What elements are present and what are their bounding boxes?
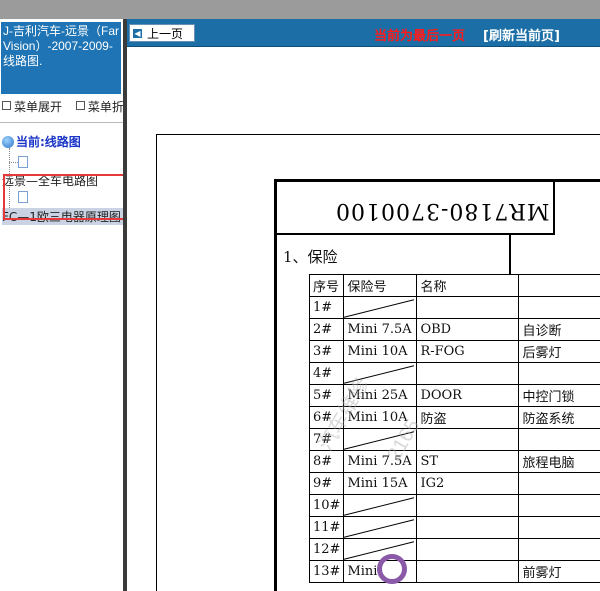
drawing-code: MR7180-3700100: [335, 198, 550, 223]
table-cell: Mini 10A: [343, 340, 418, 363]
refresh-page-link[interactable]: [刷新当前页]: [483, 25, 560, 44]
table-cell: 12#: [308, 538, 345, 561]
table-row: 7#: [308, 428, 600, 451]
table-cell: 4#: [308, 362, 345, 385]
table-cell: 10#: [308, 494, 345, 517]
expand-icon: [2, 101, 11, 110]
table-header-row: 序号 保险号 名称: [308, 274, 600, 297]
collapse-menu-button[interactable]: 菜单折: [74, 98, 123, 115]
table-cell: Mini 15A: [343, 472, 418, 495]
table-cell: [518, 494, 600, 517]
selection-highlight: [3, 174, 127, 220]
left-arrow-icon: ◀: [133, 28, 142, 38]
section-title: 1、保险: [283, 248, 338, 266]
table-cell: 防盗系统: [518, 406, 600, 429]
table-cell: 3#: [308, 340, 345, 363]
header-cell: 名称: [416, 274, 520, 297]
drawing-code-box: MR7180-3700100: [277, 182, 555, 235]
table-cell-empty: [343, 516, 418, 539]
table-cell: [416, 428, 520, 451]
tree-root[interactable]: 当前:线路图: [2, 133, 81, 150]
table-cell: ST: [416, 450, 520, 473]
table-cell: [416, 516, 520, 539]
table-cell-empty: [343, 296, 418, 319]
table-row: 8# Mini 7.5A ST 旅程电脑: [308, 450, 600, 473]
table-row: 10#: [308, 494, 600, 517]
last-page-notice: 当前为最后一页: [374, 29, 466, 44]
table-row: 3# Mini 10A R-FOG 后雾灯: [308, 340, 600, 363]
table-cell: [416, 560, 520, 583]
table-row: 1#: [308, 296, 600, 319]
page-icon: [18, 156, 28, 168]
table-cell: R-FOG: [416, 340, 520, 363]
expand-menu-button[interactable]: 菜单展开: [0, 98, 62, 115]
window-top-bar: [0, 0, 600, 19]
divider: [0, 122, 123, 123]
menu-controls: 菜单展开 菜单折: [0, 98, 123, 115]
table-cell: [518, 296, 600, 319]
table-cell: 中控门锁: [518, 384, 600, 407]
page-nav-bar: ◀ 上一页 当前为最后一页 [刷新当前页]: [127, 19, 600, 47]
table-cell-empty: [343, 538, 418, 561]
globe-icon: [2, 136, 14, 148]
tree-pane: J-吉利汽车-远景（Far Vision）-2007-2009- 线路图. 菜单…: [0, 19, 123, 591]
table-cell: 后雾灯: [518, 340, 600, 363]
header-cell: [518, 274, 600, 297]
table-cell: DOOR: [416, 384, 520, 407]
prev-page-button[interactable]: ◀ 上一页: [129, 24, 195, 42]
schematic-sheet: MR7180-3700100 1、保险 序号 保险号 名称 1# 2# Mini …: [274, 179, 600, 591]
table-cell: [518, 362, 600, 385]
table-cell: 旅程电脑: [518, 450, 600, 473]
header-cell: 序号: [308, 274, 345, 297]
collapse-icon: [75, 101, 85, 110]
document-title: J-吉利汽车-远景（Far Vision）-2007-2009- 线路图.: [1, 22, 121, 94]
table-cell: 防盗: [416, 406, 520, 429]
table-cell: 8#: [308, 450, 345, 473]
table-cell: 前雾灯: [518, 560, 600, 583]
content-pane: ◀ 上一页 当前为最后一页 [刷新当前页] MR7180-3700100 1、保…: [127, 19, 600, 591]
header-cell: 保险号: [343, 274, 418, 297]
fuse-table: 序号 保险号 名称 1# 2# Mini 7.5A OBD 自诊断 3# Mini 10…: [308, 274, 600, 583]
table-cell: [416, 538, 520, 561]
table-cell: 1#: [308, 296, 345, 319]
table-cell: [416, 494, 520, 517]
table-cell: [416, 362, 520, 385]
table-cell: [416, 296, 520, 319]
table-cell: OBD: [416, 318, 520, 341]
table-cell: [518, 516, 600, 539]
table-cell: 2#: [308, 318, 345, 341]
table-row: 13# Mini 前雾灯: [308, 560, 600, 583]
table-cell: 自诊断: [518, 318, 600, 341]
table-cell-empty: [343, 494, 418, 517]
table-cell: Mini 7.5A: [343, 318, 418, 341]
table-cell: IG2: [416, 472, 520, 495]
stamp-mark: [377, 554, 407, 584]
table-cell: 11#: [308, 516, 345, 539]
table-row: 2# Mini 7.5A OBD 自诊断: [308, 318, 600, 341]
table-row: 12#: [308, 538, 600, 561]
table-cell: [518, 538, 600, 561]
table-cell: [518, 428, 600, 451]
table-cell: 9#: [308, 472, 345, 495]
tree-connector: [9, 162, 18, 163]
divider: [509, 235, 511, 275]
table-cell: [518, 472, 600, 495]
table-row: 11#: [308, 516, 600, 539]
table-cell: 13#: [308, 560, 345, 583]
table-row: 9# Mini 15A IG2: [308, 472, 600, 495]
